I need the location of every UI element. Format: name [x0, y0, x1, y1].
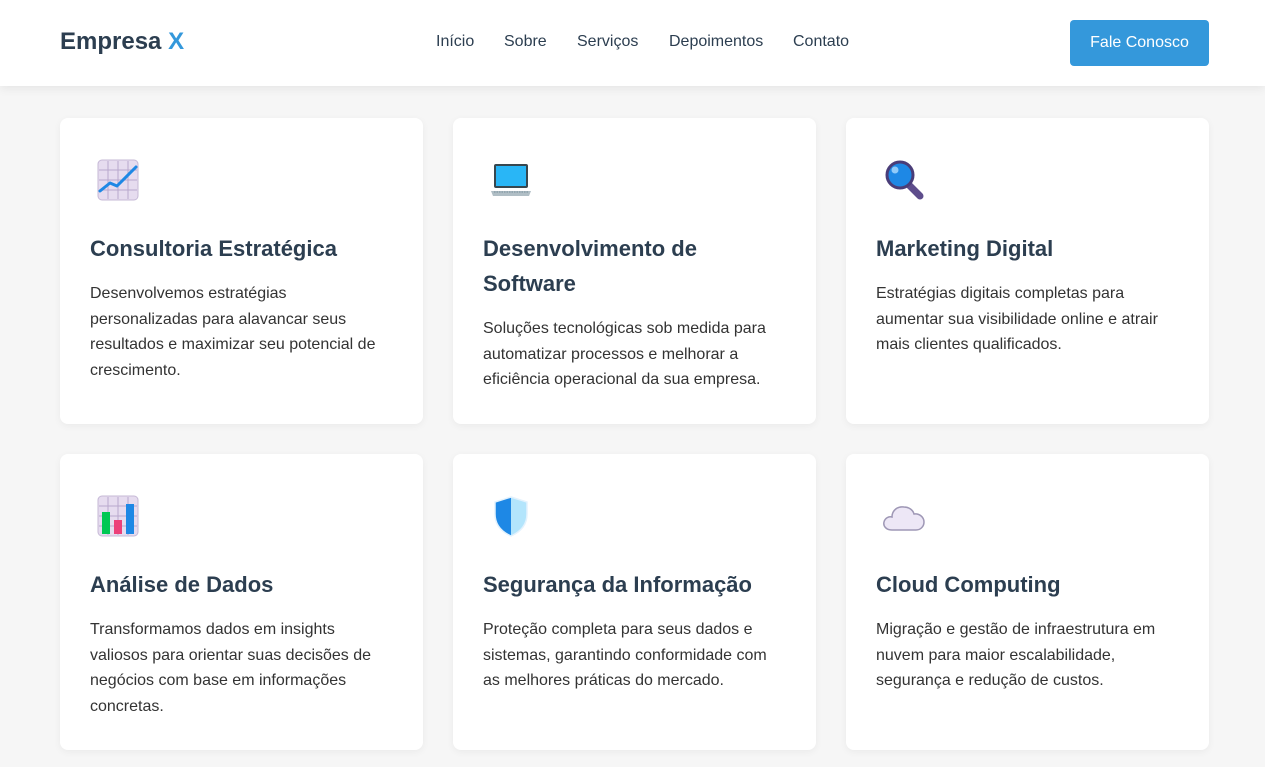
service-card: Cloud Computing Migração e gestão de inf… [846, 454, 1209, 750]
service-card: Análise de Dados Transformamos dados em … [60, 454, 423, 750]
service-description: Transformamos dados em insights valiosos… [90, 621, 372, 716]
service-description: Proteção completa para seus dados e sist… [483, 621, 767, 690]
service-description: Migração e gestão de infraestrutura em n… [876, 621, 1156, 690]
laptop-icon [489, 158, 533, 202]
nav-link-depoimentos[interactable]: Depoimentos [669, 33, 763, 51]
service-title: Análise de Dados [90, 572, 274, 597]
service-card: Marketing Digital Estratégias digitais c… [846, 118, 1209, 424]
service-title: Marketing Digital [876, 236, 1054, 261]
magnifying-glass-icon [882, 158, 926, 202]
cloud-icon [882, 494, 926, 538]
service-card: Segurança da Informação Proteção complet… [453, 454, 816, 750]
service-card: Consultoria Estratégica Desenvolvemos es… [60, 118, 423, 424]
nav-link-contato[interactable]: Contato [793, 33, 849, 51]
site-header: Empresa X Início Sobre Serviços Depoimen… [0, 0, 1265, 86]
shield-icon [489, 494, 533, 538]
contact-cta-button[interactable]: Fale Conosco [1070, 20, 1209, 66]
nav-link-servicos[interactable]: Serviços [577, 33, 638, 51]
service-title: Consultoria Estratégica [90, 236, 337, 261]
service-title: Desenvolvimento de Software [483, 236, 697, 296]
service-title: Segurança da Informação [483, 572, 752, 597]
bar-chart-icon [96, 494, 140, 538]
service-card: Desenvolvimento de Software Soluções tec… [453, 118, 816, 424]
service-description: Estratégias digitais completas para aume… [876, 285, 1158, 354]
service-title: Cloud Computing [876, 572, 1061, 597]
service-description: Desenvolvemos estratégias personalizadas… [90, 285, 376, 380]
nav-link-inicio[interactable]: Início [436, 33, 474, 51]
chart-increasing-icon [96, 158, 140, 202]
service-description: Soluções tecnológicas sob medida para au… [483, 320, 766, 389]
nav-link-sobre[interactable]: Sobre [504, 33, 547, 51]
